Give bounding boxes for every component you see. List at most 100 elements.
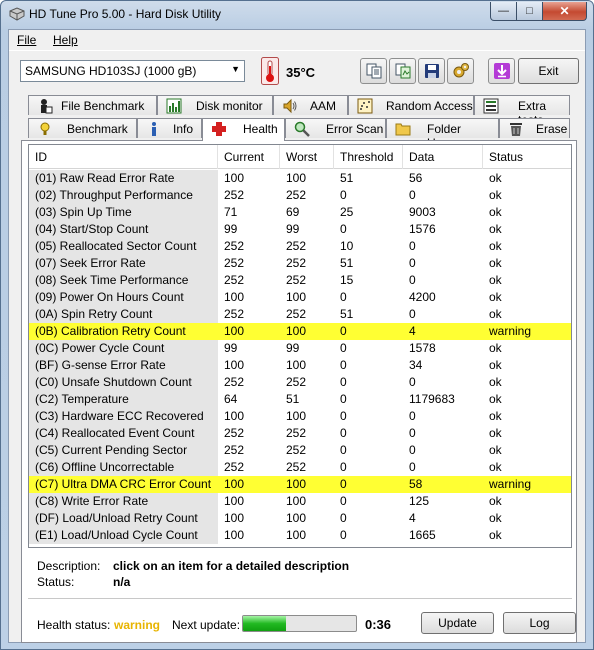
tab-extra-tests[interactable]: Extra tests <box>474 95 570 127</box>
cell-current: 99 <box>224 341 238 355</box>
divider <box>28 598 572 599</box>
column-header-data[interactable]: Data <box>403 145 483 169</box>
cell-status: ok <box>489 222 502 236</box>
column-header-threshold[interactable]: Threshold <box>334 145 403 169</box>
copy-info-button[interactable] <box>360 58 387 84</box>
tab-label: Benchmark <box>67 122 128 136</box>
cell-status: ok <box>489 256 502 270</box>
cell-status: ok <box>489 409 502 423</box>
cell-worst: 252 <box>286 273 307 287</box>
smart-table[interactable]: ID Current Worst Threshold Data Status (… <box>28 144 572 548</box>
table-row[interactable]: (0C) Power Cycle Count 99 99 0 1578 ok <box>29 340 571 357</box>
cell-status: ok <box>489 290 502 304</box>
title-bar[interactable]: HD Tune Pro 5.00 - Hard Disk Utility — □… <box>1 1 593 28</box>
cell-status: ok <box>489 188 502 202</box>
cell-threshold: 0 <box>340 222 347 236</box>
drive-select[interactable]: SAMSUNG HD103SJ (1000 gB) ▼ <box>20 60 245 82</box>
table-row[interactable]: (01) Raw Read Error Rate 100 100 51 56 ok <box>29 170 571 187</box>
table-row[interactable]: (E1) Load/Unload Cycle Count 100 100 0 1665 o… <box>29 527 571 544</box>
cell-worst: 252 <box>286 256 307 270</box>
table-row[interactable]: (02) Throughput Performance 252 252 0 0 ok <box>29 187 571 204</box>
cell-status: ok <box>489 494 502 508</box>
maximize-button[interactable]: □ <box>517 2 543 21</box>
tab-label: Disk monitor <box>196 99 263 113</box>
download-button[interactable] <box>488 58 515 84</box>
table-row[interactable]: (08) Seek Time Performance 252 252 15 0 ok <box>29 272 571 289</box>
tab-label: Erase <box>536 122 568 136</box>
cell-current: 100 <box>224 290 245 304</box>
table-row[interactable]: (09) Power On Hours Count 100 100 0 4200 ok <box>29 289 571 306</box>
table-row[interactable]: (C3) Hardware ECC Recovered 100 100 0 0 ok <box>29 408 571 425</box>
cell-id: (08) Seek Time Performance <box>35 273 189 287</box>
table-row[interactable]: (C0) Unsafe Shutdown Count 252 252 0 0 ok <box>29 374 571 391</box>
tab-benchmark[interactable]: Benchmark <box>28 118 137 138</box>
column-header-id[interactable]: ID <box>29 145 218 169</box>
cell-threshold: 15 <box>340 273 354 287</box>
table-row[interactable]: (C5) Current Pending Sector 252 252 0 0 ok <box>29 442 571 459</box>
close-button[interactable]: ✕ <box>543 2 587 21</box>
menu-help[interactable]: Help <box>53 33 78 47</box>
table-row[interactable]: (05) Reallocated Sector Count 252 252 10 0 ok <box>29 238 571 255</box>
tab-disk-monitor[interactable]: Disk monitor <box>157 95 273 115</box>
table-row[interactable]: (03) Spin Up Time 71 69 25 9003 ok <box>29 204 571 221</box>
folder-icon <box>395 123 411 136</box>
table-row[interactable]: (07) Seek Error Rate 252 252 51 0 ok <box>29 255 571 272</box>
save-button[interactable] <box>418 58 445 84</box>
cell-data: 0 <box>409 188 416 202</box>
cell-data: 0 <box>409 307 416 321</box>
cell-current: 252 <box>224 460 245 474</box>
cell-id: (09) Power On Hours Count <box>35 290 184 304</box>
column-header-worst[interactable]: Worst <box>280 145 334 169</box>
temperature-readout: 35°C <box>286 65 316 80</box>
table-row[interactable]: (DF) Load/Unload Retry Count 100 100 0 4 ok <box>29 510 571 527</box>
cell-id: (C4) Reallocated Event Count <box>35 426 195 440</box>
disk-monitor-icon <box>166 98 182 114</box>
description-value: click on an item for a detailed descript… <box>113 559 350 573</box>
table-row[interactable]: (C8) Write Error Rate 100 100 0 125 ok <box>29 493 571 510</box>
tab-file-benchmark[interactable]: File Benchmark <box>28 95 157 115</box>
tab-erase[interactable]: Erase <box>499 118 570 138</box>
table-row[interactable]: (0B) Calibration Retry Count 100 100 0 4 warn… <box>29 323 571 340</box>
menu-bar: File Help <box>9 30 585 50</box>
cell-threshold: 0 <box>340 358 347 372</box>
cell-status: ok <box>489 239 502 253</box>
menu-file[interactable]: File <box>17 33 36 47</box>
cell-worst: 99 <box>286 341 300 355</box>
table-row[interactable]: (BF) G-sense Error Rate 100 100 0 34 ok <box>29 357 571 374</box>
status-value: n/a <box>113 575 131 589</box>
column-header-current[interactable]: Current <box>218 145 280 169</box>
cell-id: (0A) Spin Retry Count <box>35 307 153 321</box>
minimize-button[interactable]: — <box>490 2 517 21</box>
cell-worst: 252 <box>286 188 307 202</box>
cell-worst: 252 <box>286 307 307 321</box>
app-icon <box>9 7 25 21</box>
table-row[interactable]: (C2) Temperature 64 51 0 1179683 ok <box>29 391 571 408</box>
table-row[interactable]: (C7) Ultra DMA CRC Error Count 100 100 0 58 w… <box>29 476 571 493</box>
app-window: HD Tune Pro 5.00 - Hard Disk Utility — □… <box>0 0 594 650</box>
column-header-status[interactable]: Status <box>483 145 571 169</box>
tab-label: Random Access <box>386 99 473 113</box>
cell-current: 100 <box>224 324 245 338</box>
cell-status: ok <box>489 341 502 355</box>
copy-screenshot-button[interactable] <box>389 58 416 84</box>
log-button[interactable]: Log <box>503 612 576 634</box>
tab-aam[interactable]: AAM <box>273 95 348 115</box>
tab-label: Health <box>243 122 278 136</box>
tab-info[interactable]: Info <box>137 118 202 138</box>
update-button[interactable]: Update <box>421 612 494 634</box>
tab-folder-usage[interactable]: Folder Usage <box>386 118 499 150</box>
table-row[interactable]: (04) Start/Stop Count 99 99 0 1576 ok <box>29 221 571 238</box>
cell-id: (0B) Calibration Retry Count <box>35 324 186 338</box>
table-row[interactable]: (C4) Reallocated Event Count 252 252 0 0 ok <box>29 425 571 442</box>
cell-worst: 100 <box>286 477 307 491</box>
exit-button[interactable]: Exit <box>518 58 579 84</box>
tab-health[interactable]: Health <box>202 118 285 141</box>
table-row[interactable]: (C6) Offline Uncorrectable 252 252 0 0 ok <box>29 459 571 476</box>
options-button[interactable] <box>447 58 474 84</box>
tab-error-scan[interactable]: Error Scan <box>285 118 386 138</box>
table-row[interactable]: (0A) Spin Retry Count 252 252 51 0 ok <box>29 306 571 323</box>
cell-status: ok <box>489 171 502 185</box>
countdown-timer: 0:36 <box>365 617 392 632</box>
tab-random-access[interactable]: Random Access <box>348 95 474 115</box>
cell-threshold: 25 <box>340 205 354 219</box>
